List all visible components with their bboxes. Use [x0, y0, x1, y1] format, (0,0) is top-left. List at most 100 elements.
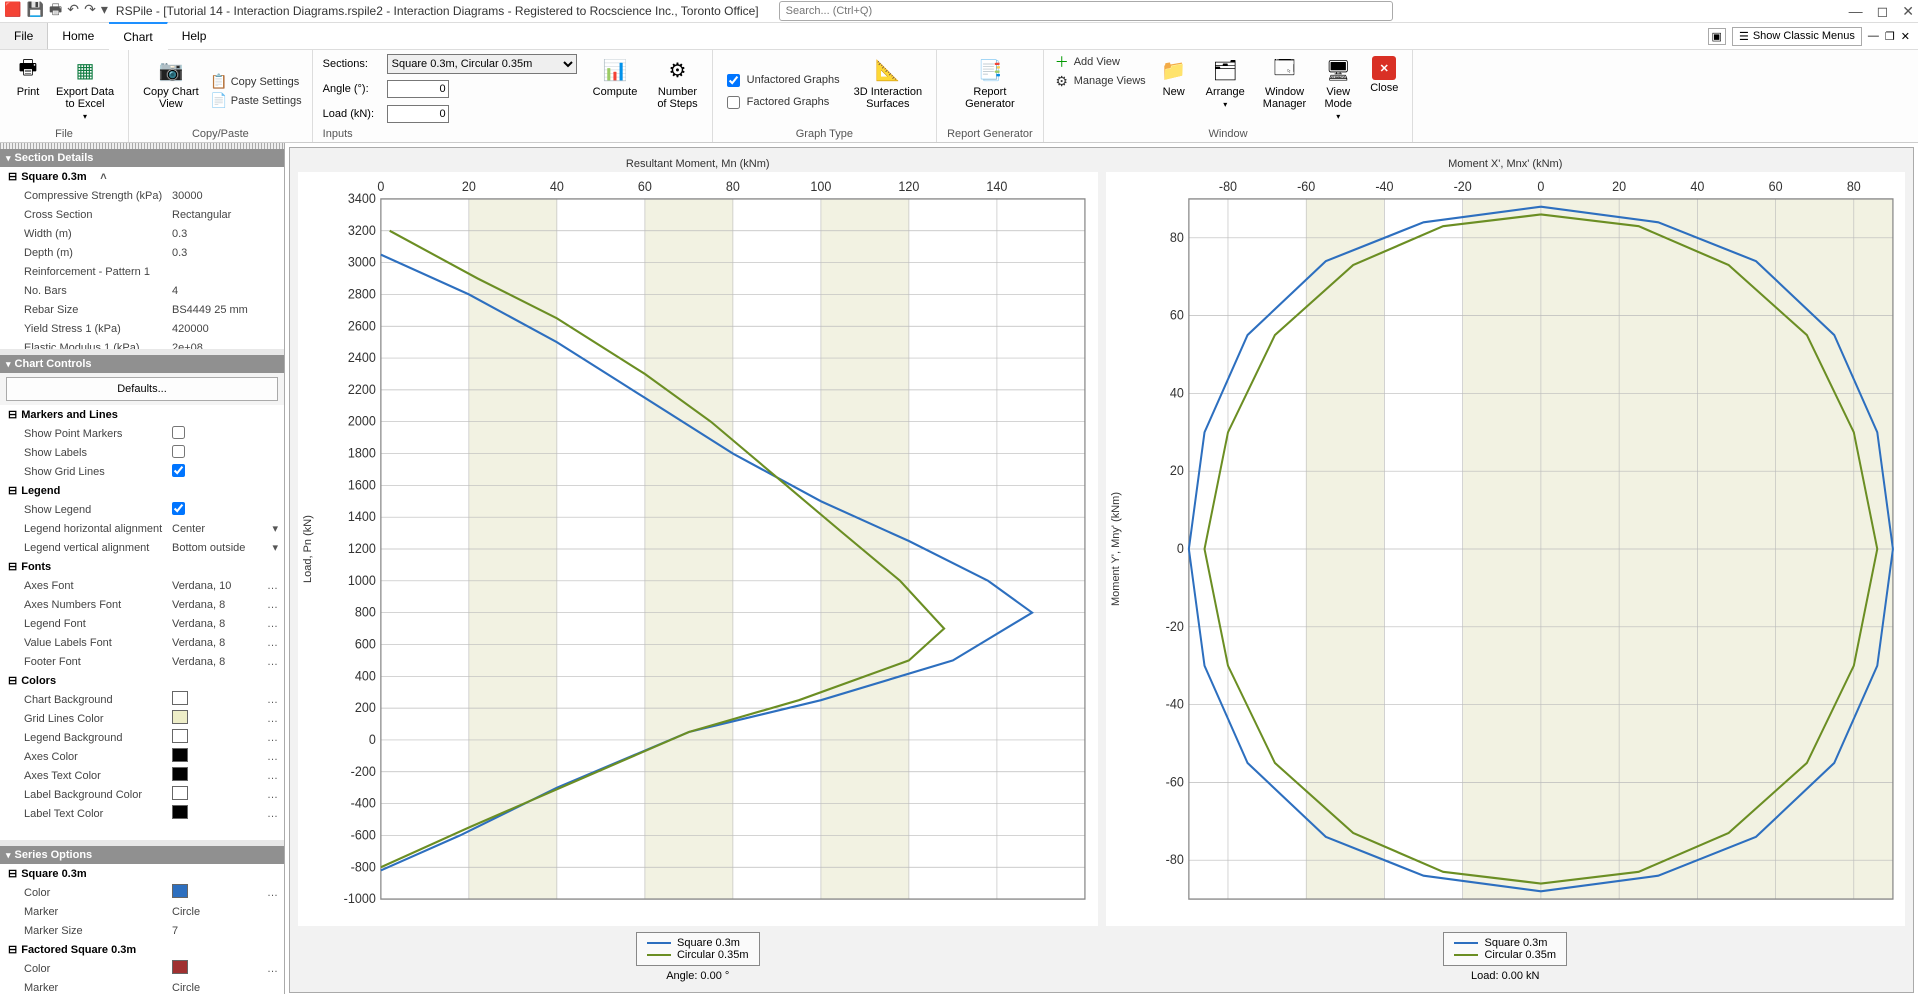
- close-button[interactable]: ✕: [1902, 3, 1914, 20]
- ribbon-display-icon[interactable]: ▣: [1708, 28, 1726, 45]
- report-generator-button[interactable]: 📑Report Generator: [961, 54, 1019, 128]
- fonts-group[interactable]: ⊟Fonts: [0, 557, 284, 576]
- print-icon[interactable]: 🖶: [49, 1, 62, 17]
- search-box[interactable]: [779, 1, 1393, 21]
- chart-resultant-moment: Resultant Moment, Mn (kNm) Load, Pn (kN)…: [298, 156, 1098, 984]
- chart-controls-header[interactable]: ▾Chart Controls: [0, 355, 284, 373]
- property-row[interactable]: Cross SectionRectangular: [0, 205, 284, 224]
- svg-text:-20: -20: [1165, 618, 1183, 634]
- defaults-button[interactable]: Defaults...: [6, 377, 278, 401]
- property-row[interactable]: Show Point Markers: [0, 424, 284, 443]
- print-button[interactable]: 🖶Print: [10, 54, 46, 128]
- property-row[interactable]: Axes Numbers FontVerdana, 8…: [0, 595, 284, 614]
- property-row[interactable]: Show Legend: [0, 500, 284, 519]
- window-title: RSPile - [Tutorial 14 - Interaction Diag…: [116, 4, 759, 18]
- 3d-surfaces-button[interactable]: 📐3D Interaction Surfaces: [850, 54, 926, 128]
- section-square[interactable]: ⊟Square 0.3m˄: [0, 167, 284, 186]
- svg-text:0: 0: [1537, 178, 1544, 194]
- save-icon[interactable]: 💾: [27, 1, 44, 17]
- maximize-button[interactable]: ◻: [1877, 3, 1889, 20]
- svg-text:0: 0: [1176, 541, 1183, 557]
- show-classic-menus[interactable]: ☰ Show Classic Menus: [1732, 27, 1862, 46]
- property-row[interactable]: Legend FontVerdana, 8…: [0, 614, 284, 633]
- section-details-header[interactable]: ▾Section Details: [0, 149, 284, 167]
- export-to-excel-button[interactable]: ▦Export Data to Excel▾: [52, 54, 118, 128]
- property-row[interactable]: Legend Background…: [0, 728, 284, 747]
- svg-text:1400: 1400: [348, 509, 376, 525]
- compute-button[interactable]: 📊Compute: [589, 54, 642, 100]
- property-row[interactable]: Color…: [0, 959, 284, 978]
- property-row[interactable]: Marker Size7: [0, 921, 284, 940]
- legend-group[interactable]: ⊟Legend: [0, 481, 284, 500]
- property-row[interactable]: Color…: [0, 883, 284, 902]
- manage-views-button[interactable]: ⚙Manage Views: [1054, 73, 1146, 89]
- legend-item: Square 0.3m: [1484, 937, 1547, 949]
- property-row[interactable]: MarkerCircle: [0, 978, 284, 994]
- angle-input[interactable]: [387, 80, 449, 98]
- window-manager-button[interactable]: 🗔Window Manager: [1259, 54, 1310, 112]
- series-square[interactable]: ⊟Square 0.3m: [0, 864, 284, 883]
- mdi-restore[interactable]: ❐: [1885, 30, 1895, 43]
- property-row[interactable]: Rebar SizeBS4449 25 mm: [0, 300, 284, 319]
- redo-icon[interactable]: ↷: [84, 1, 96, 17]
- property-row[interactable]: No. Bars4: [0, 281, 284, 300]
- tab-file[interactable]: File: [0, 23, 48, 49]
- property-row[interactable]: Yield Stress 1 (kPa)420000: [0, 319, 284, 338]
- property-row[interactable]: Label Text Color…: [0, 804, 284, 823]
- property-row[interactable]: Axes Text Color…: [0, 766, 284, 785]
- property-row[interactable]: Footer FontVerdana, 8…: [0, 652, 284, 671]
- property-row[interactable]: Value Labels FontVerdana, 8…: [0, 633, 284, 652]
- mdi-minimize[interactable]: —: [1868, 30, 1879, 42]
- close-icon: ✕: [1372, 56, 1396, 80]
- load-input[interactable]: [387, 105, 449, 123]
- property-row[interactable]: Axes FontVerdana, 10…: [0, 576, 284, 595]
- property-row[interactable]: Width (m)0.3: [0, 224, 284, 243]
- factored-checkbox[interactable]: Factored Graphs: [723, 93, 830, 112]
- property-row[interactable]: MarkerCircle: [0, 902, 284, 921]
- property-row[interactable]: Elastic Modulus 1 (kPa)2e+08: [0, 338, 284, 349]
- tab-home[interactable]: Home: [48, 23, 109, 49]
- property-row[interactable]: Depth (m)0.3: [0, 243, 284, 262]
- property-row[interactable]: Grid Lines Color…: [0, 709, 284, 728]
- series-factored-square[interactable]: ⊟Factored Square 0.3m: [0, 940, 284, 959]
- view-icon: 🖥: [1324, 56, 1352, 84]
- tab-chart[interactable]: Chart: [109, 22, 167, 50]
- chart1-plot[interactable]: 020406080100120140-1000-800-600-400-2000…: [318, 172, 1098, 926]
- svg-text:-60: -60: [1297, 178, 1315, 194]
- mdi-close[interactable]: ✕: [1901, 30, 1910, 43]
- add-view-button[interactable]: ＋Add View: [1054, 54, 1120, 70]
- property-row[interactable]: Label Background Color…: [0, 785, 284, 804]
- property-row[interactable]: Legend vertical alignmentBottom outside▾: [0, 538, 284, 557]
- property-row[interactable]: Axes Color…: [0, 747, 284, 766]
- markers-group[interactable]: ⊟Markers and Lines: [0, 405, 284, 424]
- series-options-header[interactable]: ▾Series Options: [0, 846, 284, 864]
- view-mode-button[interactable]: 🖥View Mode▾: [1320, 54, 1356, 123]
- unfactored-checkbox[interactable]: Unfactored Graphs: [723, 71, 840, 90]
- minimize-button[interactable]: —: [1849, 3, 1863, 20]
- load-label: Load (kN):: [323, 108, 381, 120]
- qat-dropdown-icon[interactable]: ▾: [101, 1, 108, 17]
- chart-area: Resultant Moment, Mn (kNm) Load, Pn (kN)…: [289, 147, 1914, 993]
- property-row[interactable]: Legend horizontal alignmentCenter▾: [0, 519, 284, 538]
- property-row[interactable]: Show Labels: [0, 443, 284, 462]
- copy-chart-view-button[interactable]: 📷Copy Chart View: [139, 54, 203, 128]
- property-row[interactable]: Chart Background…: [0, 690, 284, 709]
- property-row[interactable]: Compressive Strength (kPa)30000: [0, 186, 284, 205]
- colors-group[interactable]: ⊟Colors: [0, 671, 284, 690]
- chart2-plot[interactable]: -80-60-40-20020406080-80-60-40-200204060…: [1126, 172, 1906, 926]
- property-row[interactable]: Show Grid Lines: [0, 462, 284, 481]
- paste-settings-button[interactable]: 📄Paste Settings: [211, 93, 302, 109]
- quick-access-toolbar: 🟥 💾 🖶 ↶ ↷ ▾: [4, 0, 110, 23]
- property-row[interactable]: Reinforcement - Pattern 1: [0, 262, 284, 281]
- arrange-button[interactable]: 🗂Arrange▾: [1202, 54, 1249, 111]
- tab-help[interactable]: Help: [168, 23, 222, 49]
- svg-text:40: 40: [550, 178, 564, 194]
- copy-settings-button[interactable]: 📋Copy Settings: [211, 74, 299, 90]
- search-input[interactable]: [779, 1, 1393, 21]
- new-window-button[interactable]: 📁New: [1156, 54, 1192, 100]
- number-of-steps-button[interactable]: ⚙Number of Steps: [653, 54, 701, 112]
- close-window-button[interactable]: ✕Close: [1366, 54, 1402, 96]
- undo-icon[interactable]: ↶: [67, 1, 79, 17]
- ribbon-group-graph-type: Unfactored Graphs Factored Graphs 📐3D In…: [713, 50, 937, 142]
- sections-select[interactable]: Square 0.3m, Circular 0.35m: [387, 54, 577, 74]
